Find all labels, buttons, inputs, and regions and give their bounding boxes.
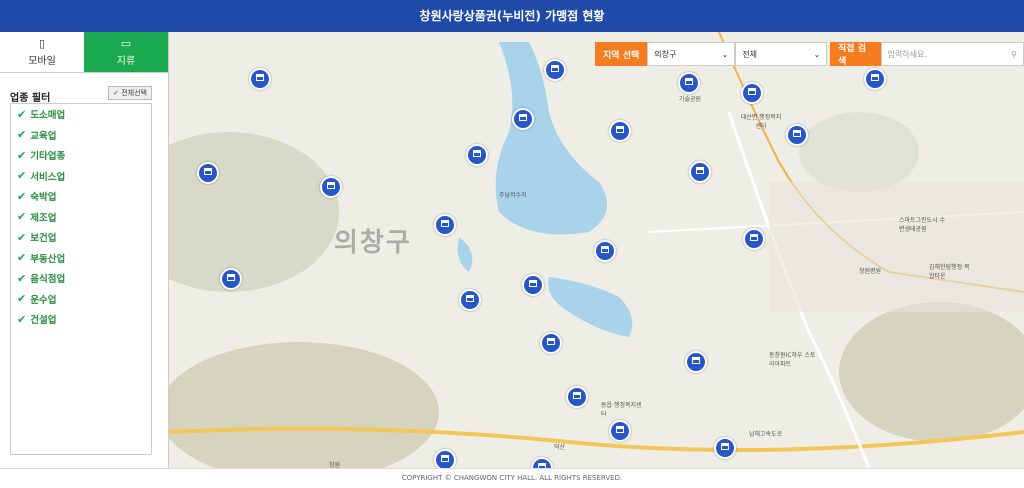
tab-mobile-label: 모바일 <box>28 55 56 67</box>
merchant-marker[interactable] <box>786 124 808 146</box>
check-icon: ✔ <box>17 169 27 183</box>
select-all-button[interactable]: ✓ 전체선택 <box>108 86 152 100</box>
merchant-marker[interactable] <box>609 120 631 142</box>
map-label: 남해고속도로 <box>749 431 783 438</box>
merchant-marker[interactable] <box>689 161 711 183</box>
search-icon[interactable]: ⚲ <box>1011 50 1017 59</box>
filter-item-label: 숙박업 <box>30 192 57 204</box>
filter-item[interactable]: ✔ 제조업 <box>11 207 151 228</box>
filter-item-label: 건설업 <box>30 315 57 327</box>
filter-item[interactable]: ✔ 도소매업 <box>11 104 151 125</box>
map-label: 김해한림행정 복합타운 <box>929 264 970 280</box>
map-label: 동읍 행정복지센터 <box>601 402 642 418</box>
filter-item[interactable]: ✔ 보건업 <box>11 227 151 248</box>
check-icon: ✔ <box>17 148 27 162</box>
merchant-marker[interactable] <box>249 68 271 90</box>
filter-item-label: 서비스업 <box>30 171 66 183</box>
paper-voucher-icon: ▭ <box>120 36 132 50</box>
map-label: 덕산 <box>554 444 566 451</box>
footer: COPYRIGHT © CHANGWON CITY HALL. ALL RIGH… <box>0 468 1024 488</box>
map-canvas[interactable]: 주남저수지 가술공원 대산면 행정복지센터 스마트그린도시 수변생태공원 창원병… <box>169 32 1024 468</box>
filter-item[interactable]: ✔ 숙박업 <box>11 186 151 207</box>
chevron-down-icon: ⌄ <box>721 49 729 59</box>
merchant-marker[interactable] <box>741 82 763 104</box>
filter-item-label: 제조업 <box>30 212 57 224</box>
filter-header: 업종 필터 ✓ 전체선택 <box>10 86 152 104</box>
page-title: 창원사랑상품권(누비전) 가맹점 현황 <box>0 0 1024 32</box>
merchant-marker[interactable] <box>685 351 707 373</box>
direct-search-bar: 직접 검색 입력하세요. ⚲ <box>830 42 1024 67</box>
chevron-down-icon: ⌄ <box>813 49 821 59</box>
tab-paper-label: 지류 <box>116 55 136 67</box>
filter-item[interactable]: ✔ 운수업 <box>11 289 151 310</box>
merchant-marker[interactable] <box>466 144 488 166</box>
select-all-label: 전체선택 <box>121 89 147 97</box>
merchant-marker[interactable] <box>434 214 456 236</box>
check-icon: ✔ <box>17 107 27 121</box>
merchant-marker[interactable] <box>544 59 566 81</box>
check-icon: ✔ <box>17 128 27 142</box>
merchant-marker[interactable] <box>609 420 631 442</box>
direct-search-label: 직접 검색 <box>830 42 881 67</box>
check-icon: ✔ <box>17 210 27 224</box>
check-icon: ✔ <box>17 189 27 203</box>
merchant-marker[interactable] <box>320 176 342 198</box>
district-value: 의창구 <box>654 49 677 59</box>
mobile-icon: ▯ <box>38 36 46 50</box>
search-placeholder: 입력하세요. <box>887 49 927 59</box>
merchant-marker[interactable] <box>512 108 534 130</box>
merchant-marker[interactable] <box>743 228 765 250</box>
map-label: 창원 <box>329 462 341 468</box>
filter-item-label: 음식점업 <box>30 274 66 286</box>
merchant-marker[interactable] <box>678 72 700 94</box>
filter-item[interactable]: ✔ 교육업 <box>11 125 151 146</box>
merchant-marker[interactable] <box>197 162 219 184</box>
filter-item-label: 운수업 <box>30 294 57 306</box>
merchant-marker[interactable] <box>459 289 481 311</box>
map-label: 스마트그린도시 수변생태공원 <box>899 217 946 233</box>
check-icon: ✔ <box>17 230 27 244</box>
region-select-label: 지역 선택 <box>595 42 648 66</box>
map-label: 가술공원 <box>679 96 702 103</box>
filter-item-label: 도소매업 <box>30 110 66 122</box>
check-icon: ✔ <box>17 271 27 285</box>
check-icon: ✔ <box>17 251 27 265</box>
check-icon: ✔ <box>17 312 27 326</box>
merchant-marker[interactable] <box>434 449 456 468</box>
merchant-marker[interactable] <box>540 332 562 354</box>
reservoir-label: 주남저수지 <box>499 192 527 199</box>
search-input[interactable]: 입력하세요. ⚲ <box>880 42 1024 66</box>
merchant-marker[interactable] <box>864 68 886 90</box>
map-label: 창원병원 <box>859 268 882 275</box>
district-select[interactable]: 의창구 ⌄ <box>647 42 736 66</box>
filter-item-label: 부동산업 <box>30 253 66 265</box>
merchant-marker[interactable] <box>220 268 242 290</box>
tab-mobile[interactable]: ▯ 모바일 <box>0 32 84 72</box>
category-filter-list: ✔ 도소매업 ✔ 교육업 ✔ 기타업종 ✔ 서비스업 ✔ 숙박업 ✔ 제조업 ✔ 보건업 ✔ 부… <box>10 103 152 455</box>
dong-value: 전체 <box>742 49 757 59</box>
district-label: 의창구 <box>334 228 412 258</box>
filter-item[interactable]: ✔ 음식점업 <box>11 268 151 289</box>
check-icon: ✔ <box>17 292 27 306</box>
map-label: 대산면 행정복지센터 <box>740 114 782 130</box>
merchant-marker[interactable] <box>566 386 588 408</box>
filter-item[interactable]: ✔ 서비스업 <box>11 166 151 187</box>
region-search-bar: 지역 선택 의창구 ⌄ 전체 ⌄ <box>595 42 828 66</box>
tab-paper[interactable]: ▭ 지류 <box>84 32 168 72</box>
filter-item[interactable]: ✔ 기타업종 <box>11 145 151 166</box>
voucher-type-tabs: ▯ 모바일 ▭ 지류 <box>0 32 168 73</box>
merchant-marker[interactable] <box>522 274 544 296</box>
filter-item-label: 교육업 <box>30 130 57 142</box>
merchant-marker[interactable] <box>714 437 736 459</box>
filter-item-label: 기타업종 <box>30 151 66 163</box>
sidebar: ▯ 모바일 ▭ 지류 업종 필터 ✓ 전체선택 ✔ 도소매업 ✔ 교육업 ✔ 기타업종… <box>0 32 169 468</box>
dong-select[interactable]: 전체 ⌄ <box>735 42 828 66</box>
merchant-marker[interactable] <box>594 240 616 262</box>
map-label: 동창원IC하우 스토리아파트 <box>769 352 816 368</box>
filter-item-label: 보건업 <box>30 233 57 245</box>
filter-item[interactable]: ✔ 부동산업 <box>11 248 151 269</box>
filter-item[interactable]: ✔ 건설업 <box>11 309 151 330</box>
